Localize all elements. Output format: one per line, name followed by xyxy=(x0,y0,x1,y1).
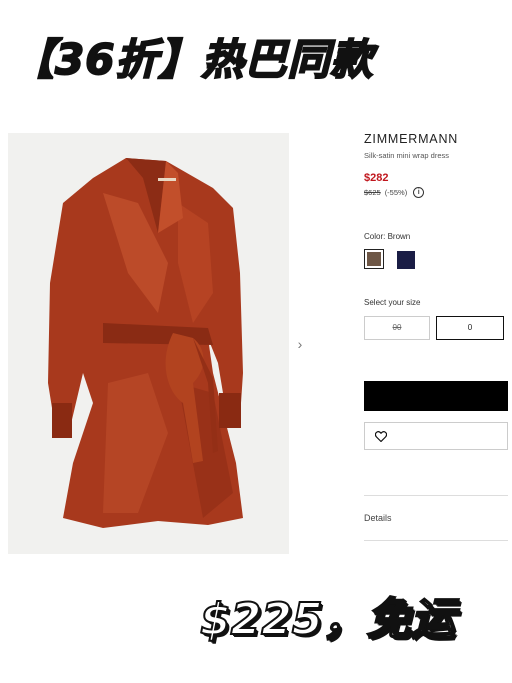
size-option-00[interactable]: 00 xyxy=(364,316,430,340)
brand-name[interactable]: ZIMMERMANN xyxy=(364,132,458,146)
discount-badge: (-55%) xyxy=(384,188,408,197)
details-accordion[interactable]: Details xyxy=(364,513,392,523)
divider xyxy=(364,540,508,541)
color-swatch-navy[interactable] xyxy=(397,251,415,269)
add-to-bag-button[interactable] xyxy=(364,381,508,411)
size-label: Select your size xyxy=(364,298,421,307)
sale-price: $282 xyxy=(364,172,389,184)
size-option-label: 00 xyxy=(392,323,402,332)
divider xyxy=(364,495,508,496)
color-swatch-brown[interactable] xyxy=(364,249,384,269)
heart-icon xyxy=(375,431,387,442)
original-price: $625 xyxy=(364,188,381,197)
color-label: Color: Brown xyxy=(364,232,411,241)
size-option-label: 0 xyxy=(467,323,473,332)
original-price-line: $625 (-55%) i xyxy=(364,187,425,198)
carousel-next-icon[interactable]: › xyxy=(293,335,307,353)
swatch-fill xyxy=(367,252,381,266)
promo-banner-bottom: $225，免运 xyxy=(199,593,455,646)
wishlist-button[interactable] xyxy=(364,422,508,450)
dress-photo xyxy=(8,133,289,554)
size-option-0[interactable]: 0 xyxy=(436,316,504,340)
product-name: Silk-satin mini wrap dress xyxy=(364,151,450,160)
info-icon[interactable]: i xyxy=(413,187,425,198)
promo-banner-top: 【36折】热巴同款 xyxy=(11,34,374,85)
product-image[interactable] xyxy=(8,133,289,554)
